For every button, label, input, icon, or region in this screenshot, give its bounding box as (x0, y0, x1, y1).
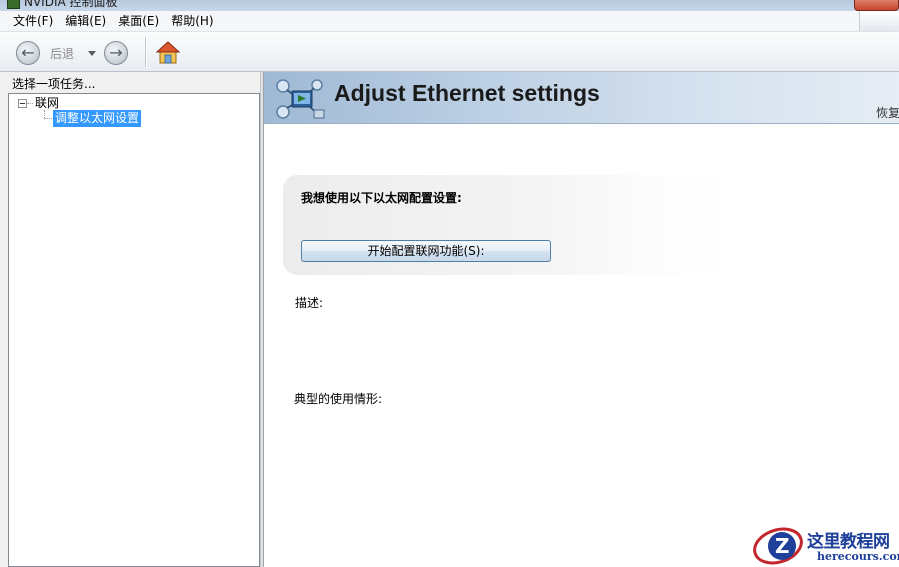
tree-item-networking[interactable]: 联网 (35, 95, 59, 111)
network-icon (274, 77, 326, 124)
usage-label: 典型的使用情形: (294, 392, 383, 406)
tree-item-adjust-ethernet[interactable]: 调整以太网设置 (53, 110, 142, 127)
back-button[interactable]: ← (16, 41, 40, 65)
task-tree[interactable]: 联网 调整以太网设置 (8, 93, 260, 567)
restore-defaults-link[interactable]: 恢复 (876, 104, 899, 121)
forward-button[interactable]: → (104, 41, 128, 65)
menu-bar: 文件(F) 编辑(E) 桌面(E) 帮助(H) (0, 11, 899, 32)
back-arrow-icon: ← (21, 43, 35, 62)
forward-arrow-icon: → (109, 43, 123, 62)
task-pane-header: 选择一项任务... (12, 77, 96, 91)
tree-connector (27, 103, 33, 104)
menu-file[interactable]: 文件(F) (7, 11, 59, 31)
menu-bar-end (859, 11, 899, 31)
menu-edit[interactable]: 编辑(E) (59, 11, 112, 31)
toolbar: ← 后退 → (0, 32, 899, 72)
menu-desktop[interactable]: 桌面(E) (112, 11, 165, 31)
page-title: Adjust Ethernet settings (334, 80, 600, 106)
title-bar: NVIDIA 控制面板 (0, 0, 899, 11)
content-pane: Adjust Ethernet settings 恢复 我想使用以下以太网配置设… (263, 72, 899, 567)
config-section: 我想使用以下以太网配置设置: 开始配置联网功能(S): (283, 175, 733, 275)
watermark: Z 这里教程网 herecours.com (751, 524, 899, 567)
tree-connector (44, 110, 45, 118)
watermark-url: herecours.com (817, 550, 899, 563)
back-label[interactable]: 后退 (50, 45, 74, 62)
window-title: NVIDIA 控制面板 (24, 0, 118, 9)
history-dropdown-icon[interactable] (88, 51, 96, 56)
nvidia-app-icon (7, 0, 20, 9)
description-label: 描述: (295, 296, 324, 310)
collapse-icon[interactable] (18, 99, 27, 108)
window-close-button[interactable] (854, 0, 899, 11)
watermark-logo-icon: Z (753, 527, 803, 565)
home-icon (155, 41, 181, 64)
svg-text:Z: Z (775, 534, 790, 558)
home-button[interactable] (155, 40, 181, 66)
page-banner: Adjust Ethernet settings 恢复 (264, 72, 899, 124)
toolbar-separator (145, 37, 147, 67)
config-question: 我想使用以下以太网配置设置: (301, 191, 462, 205)
tree-connector (44, 118, 52, 119)
task-pane: 选择一项任务... 联网 调整以太网设置 (0, 72, 263, 567)
menu-help[interactable]: 帮助(H) (165, 11, 219, 31)
watermark-title: 这里教程网 (807, 532, 890, 552)
start-config-button[interactable]: 开始配置联网功能(S): (301, 240, 551, 262)
